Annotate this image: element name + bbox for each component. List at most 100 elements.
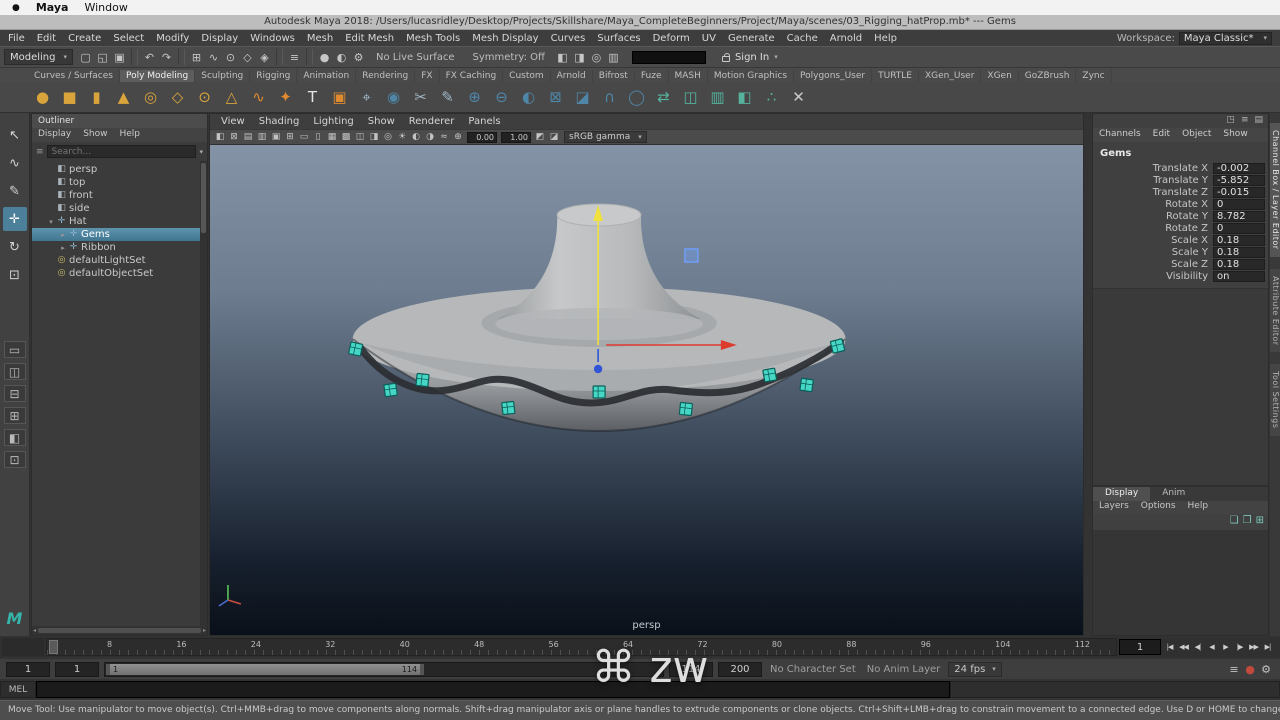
play-backwards-button[interactable]: ◀ xyxy=(1205,640,1218,654)
quad-draw-icon[interactable]: ✎ xyxy=(435,85,460,110)
exposure-field[interactable]: 0.00 xyxy=(467,131,497,143)
divider-grip[interactable] xyxy=(276,49,284,65)
outliner-row[interactable]: side xyxy=(32,202,207,215)
save-scene-icon[interactable]: ▣ xyxy=(111,48,128,66)
channel-label[interactable]: Rotate Z xyxy=(1165,223,1208,234)
filter-icon[interactable]: ≡ xyxy=(36,147,44,157)
menu-item[interactable]: UV xyxy=(696,33,722,44)
shelf-tab[interactable]: Sculpting xyxy=(195,70,251,82)
outliner-menu-item[interactable]: Display xyxy=(32,128,77,142)
shelf-tab[interactable]: GoZBrush xyxy=(1019,70,1077,82)
character-set-menu-icon[interactable]: ≡ xyxy=(1226,663,1242,676)
menu-item[interactable]: Curves xyxy=(545,33,592,44)
macos-menu-window[interactable]: Window xyxy=(84,1,127,14)
shelf-tab[interactable]: TURTLE xyxy=(872,70,919,82)
sidebar-tab[interactable]: Channel Box / Layer Editor xyxy=(1270,123,1280,257)
playback-end-field[interactable]: 114 xyxy=(669,661,713,677)
shelf-tab[interactable]: Motion Graphics xyxy=(708,70,795,82)
xray-mode-icon[interactable]: ▥ xyxy=(605,48,622,66)
channel-row[interactable]: Translate Y -5.852 xyxy=(1093,174,1268,186)
menu-item[interactable]: Select xyxy=(107,33,150,44)
poly-sphere-icon[interactable]: ● xyxy=(30,85,55,110)
menu-item[interactable]: Cache xyxy=(781,33,824,44)
selected-object-name[interactable]: Gems xyxy=(1093,142,1268,162)
range-slider-handle[interactable]: 1 114 xyxy=(106,663,425,675)
scroll-right-arrow-icon[interactable]: ▸ xyxy=(203,627,206,634)
channel-value-field[interactable]: -0.015 xyxy=(1213,186,1265,198)
macos-app-menu[interactable]: Maya xyxy=(36,1,69,14)
shelf-tab[interactable]: Poly Modeling xyxy=(119,70,196,82)
super-shape-icon[interactable]: ✦ xyxy=(273,85,298,110)
chevron-down-icon[interactable]: ▾ xyxy=(199,148,203,156)
sign-in-button[interactable]: Sign In ▾ xyxy=(721,52,778,63)
menu-item[interactable]: Windows xyxy=(244,33,301,44)
divider-grip[interactable] xyxy=(306,49,314,65)
boolean-icon[interactable]: ◐ xyxy=(516,85,541,110)
viewport-canvas[interactable]: persp xyxy=(210,145,1083,635)
mirror-icon[interactable]: ⇄ xyxy=(651,85,676,110)
type-tool-icon[interactable]: T xyxy=(300,85,325,110)
shelf-tab[interactable]: MASH xyxy=(669,70,708,82)
channel-value-field[interactable]: -0.002 xyxy=(1213,162,1265,174)
menu-item[interactable]: Deform xyxy=(647,33,696,44)
channel-row[interactable]: Rotate Y 8.782 xyxy=(1093,210,1268,222)
resolution-gate-icon[interactable]: ▯ xyxy=(311,132,325,142)
undo-icon[interactable]: ↶ xyxy=(141,48,158,66)
poly-disc-icon[interactable]: ⊙ xyxy=(192,85,217,110)
channel-value-field[interactable]: 8.782 xyxy=(1213,210,1265,222)
menu-item[interactable]: Mesh Tools xyxy=(400,33,466,44)
shelf-tab[interactable]: Bifrost xyxy=(593,70,635,82)
channel-row[interactable]: Rotate X 0 xyxy=(1093,198,1268,210)
move-tool[interactable]: ✛ xyxy=(2,207,27,231)
ambient-occlusion-icon[interactable]: ◑ xyxy=(423,132,437,142)
command-line-input[interactable] xyxy=(36,681,950,698)
panel-menu-icon[interactable]: ≡ xyxy=(1241,115,1249,127)
menu-item[interactable]: Edit xyxy=(31,33,62,44)
toggle-layer-icon[interactable]: ❏ xyxy=(1230,515,1239,529)
menu-item[interactable]: Arnold xyxy=(824,33,868,44)
extrude-icon[interactable]: ⊠ xyxy=(543,85,568,110)
open-scene-icon[interactable]: ◱ xyxy=(94,48,111,66)
select-camera-icon[interactable]: ◧ xyxy=(213,132,227,142)
expander-icon[interactable]: ▾ xyxy=(46,218,56,226)
symmetrize-icon[interactable]: ◧ xyxy=(732,85,757,110)
playback-start-field[interactable]: 1 xyxy=(55,661,99,677)
safe-title-icon[interactable]: ◨ xyxy=(367,132,381,142)
outliner-menu-item[interactable]: Show xyxy=(77,128,113,142)
layer-editor-menu-item[interactable]: Options xyxy=(1135,501,1182,514)
channel-value-field[interactable]: 0.18 xyxy=(1213,234,1265,246)
scale-tool[interactable]: ⊡ xyxy=(3,263,27,287)
divider-grip[interactable] xyxy=(131,49,139,65)
layout-outliner-persp[interactable]: ◧ xyxy=(3,429,26,446)
channel-value-field[interactable]: -5.852 xyxy=(1213,174,1265,186)
shelf-tab[interactable]: XGen xyxy=(981,70,1019,82)
workspace-dropdown[interactable]: Maya Classic* ▾ xyxy=(1178,31,1272,45)
viewport-3d-canvas[interactable] xyxy=(210,145,1083,635)
field-chart-icon[interactable]: ▩ xyxy=(339,132,353,142)
shelf-tab[interactable]: Custom xyxy=(503,70,551,82)
shelf-tab[interactable]: Fuze xyxy=(635,70,669,82)
bevel-icon[interactable]: ◪ xyxy=(570,85,595,110)
menu-item[interactable]: File xyxy=(2,33,31,44)
camera-attributes-icon[interactable]: ▤ xyxy=(241,132,255,142)
outliner-row[interactable]: ▸ Ribbon xyxy=(32,241,207,254)
outliner-horizontal-scrollbar[interactable]: ◂ ▸ xyxy=(32,626,207,635)
apple-menu-icon[interactable]: ● xyxy=(12,3,20,13)
new-layer-from-selected-icon[interactable]: ⊞ xyxy=(1256,515,1264,529)
time-slider-track[interactable]: 8 16 24 32 40 48 56 64 72 80 88 96 104 112 xyxy=(46,638,1117,656)
menu-item[interactable]: Edit Mesh xyxy=(339,33,400,44)
outliner-search-input[interactable] xyxy=(46,145,197,158)
display-mode-icon[interactable]: ▤ xyxy=(1254,115,1263,127)
channel-row[interactable]: Translate Z -0.015 xyxy=(1093,186,1268,198)
center-pivot-icon[interactable]: ⌖ xyxy=(354,85,379,110)
menu-item[interactable]: Surfaces xyxy=(591,33,646,44)
menu-item[interactable]: Modify xyxy=(150,33,195,44)
character-set-selector[interactable]: No Character Set xyxy=(767,664,859,675)
outliner-row[interactable]: top xyxy=(32,176,207,189)
channel-label[interactable]: Translate Y xyxy=(1153,175,1208,186)
multi-cut-icon[interactable]: ✂ xyxy=(408,85,433,110)
paint-select-tool[interactable]: ✎ xyxy=(3,179,27,203)
pin-panel-icon[interactable]: ◳ xyxy=(1226,115,1235,127)
layout-two-panes-stacked[interactable]: ⊟ xyxy=(3,385,26,402)
auto-keyframe-icon[interactable]: ● xyxy=(1242,663,1258,676)
